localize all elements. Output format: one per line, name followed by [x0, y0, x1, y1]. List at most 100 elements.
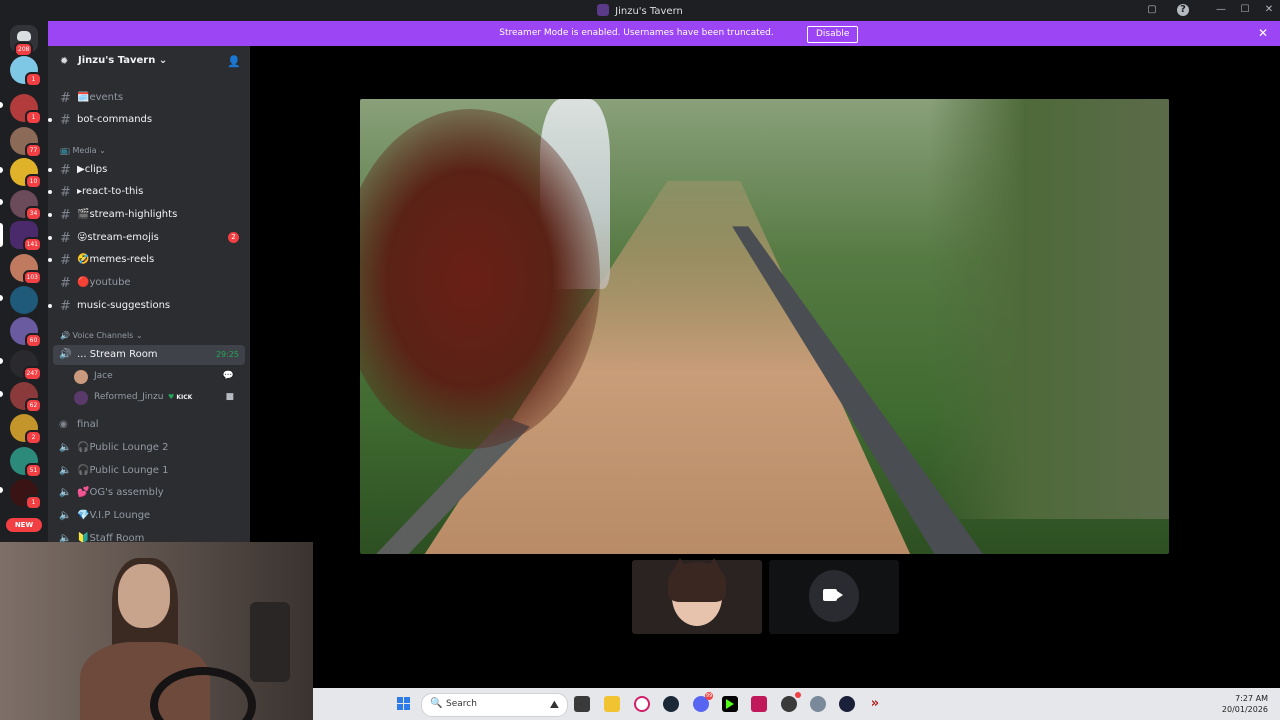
- disable-streamer-mode-button[interactable]: Disable: [807, 26, 859, 43]
- voice-channel-staff-room[interactable]: 🔈 🔰Staff Room: [53, 529, 245, 542]
- voice-member[interactable]: Jace 💬: [72, 368, 242, 386]
- selected-server-pill: [0, 223, 3, 247]
- channel-bot-commands[interactable]: # bot-commands: [48, 110, 245, 130]
- participant-tile[interactable]: [632, 558, 762, 634]
- avatar: [74, 370, 88, 384]
- webcam-person: [118, 564, 170, 628]
- channel-label: music-suggestions: [77, 300, 171, 311]
- discord-app-icon[interactable]: 99: [693, 692, 713, 712]
- channel-memes-reels[interactable]: # 🤣memes-reels: [48, 250, 245, 270]
- channel-events[interactable]: # 🗓️events: [53, 88, 245, 108]
- server-icon[interactable]: 62: [10, 382, 42, 413]
- participant-tile-streaming[interactable]: [769, 560, 899, 634]
- server-icon-jinzus-tavern[interactable]: 141: [10, 221, 42, 252]
- category-media[interactable]: 📺 Media ⌄: [60, 146, 106, 155]
- app-icon-dark[interactable]: [839, 696, 855, 712]
- app-icon-green[interactable]: [722, 696, 738, 712]
- channel-react-to-this[interactable]: # ▸react-to-this: [48, 182, 245, 202]
- avatar: [74, 391, 88, 405]
- stage-icon: ◉: [59, 419, 68, 430]
- unread-dot: [48, 168, 52, 172]
- inbox-icon[interactable]: ▢: [1146, 4, 1158, 16]
- channel-music-suggestions[interactable]: # music-suggestions: [48, 296, 245, 316]
- server-badge: 2: [25, 430, 42, 445]
- stream-video[interactable]: [360, 99, 1169, 554]
- server-icon[interactable]: 34: [10, 190, 42, 221]
- server-unread-pill: [0, 391, 3, 397]
- banner-close-icon[interactable]: ✕: [1258, 26, 1268, 40]
- server-icon[interactable]: 77: [10, 127, 42, 158]
- app-icon-red[interactable]: »: [867, 696, 883, 712]
- unread-dot: [48, 213, 52, 217]
- unread-dot: [48, 304, 52, 308]
- task-view-icon[interactable]: [574, 696, 590, 712]
- hash-icon: #: [60, 231, 71, 246]
- hash-icon: #: [60, 185, 71, 200]
- channel-stream-emojis[interactable]: # 😜stream-emojis 2: [48, 228, 245, 248]
- voice-member[interactable]: Reformed_Jinzu ♥ KICK ■: [72, 389, 242, 407]
- server-icon[interactable]: 2: [10, 414, 42, 445]
- server-icon[interactable]: 51: [10, 447, 42, 478]
- server-badge: 247: [22, 366, 42, 381]
- close-window-icon[interactable]: ✕: [1263, 4, 1275, 16]
- opera-icon[interactable]: [634, 696, 650, 712]
- channel-label: bot-commands: [77, 114, 153, 125]
- channel-clips[interactable]: # ▶clips: [48, 160, 245, 180]
- server-list: 208 1 1 77 10 34 141 103 60 247 62 2 51 …: [0, 21, 48, 542]
- channel-sidebar: ✹ Jinzu's Tavern ⌄ 👤 # 🗓️events # bot-co…: [48, 46, 250, 542]
- taskbar-search[interactable]: 🔍 Search ⛰: [421, 693, 568, 717]
- voice-channel-public-lounge-2[interactable]: 🔈 🎧Public Lounge 2: [53, 438, 245, 458]
- channel-stream-highlights[interactable]: # 🎬stream-highlights: [48, 205, 245, 225]
- steam-icon[interactable]: [663, 696, 679, 712]
- microphone: [250, 602, 290, 682]
- settings-gear-icon[interactable]: [810, 696, 826, 712]
- server-icon[interactable]: 1: [10, 479, 42, 510]
- voice-channel-label: 💕OG's assembly: [77, 487, 164, 498]
- category-voice-channels[interactable]: 🔊 Voice Channels ⌄: [60, 331, 143, 340]
- server-icon[interactable]: 60: [10, 317, 42, 348]
- speaker-icon: 🔈: [59, 465, 72, 476]
- clock-date: 20/01/2026: [1221, 705, 1268, 714]
- voice-channel-final[interactable]: ◉ final: [53, 415, 245, 435]
- voice-channel-public-lounge-1[interactable]: 🔈 🎧Public Lounge 1: [53, 461, 245, 481]
- voice-channel-label: 🔰Staff Room: [77, 533, 145, 542]
- home-button[interactable]: 208: [10, 25, 38, 57]
- invite-people-icon[interactable]: 👤: [227, 55, 241, 68]
- voice-channel-vip-lounge[interactable]: 🔈 💎V.I.P Lounge: [53, 506, 245, 526]
- new-servers-badge[interactable]: NEW: [6, 518, 42, 532]
- server-unread-pill: [0, 358, 3, 364]
- search-icon: 🔍: [430, 698, 443, 709]
- file-explorer-icon[interactable]: [604, 696, 620, 712]
- server-badge: 103: [22, 270, 42, 285]
- server-icon[interactable]: 1: [10, 56, 42, 87]
- hash-icon: #: [60, 253, 71, 268]
- voice-channel-stream-room[interactable]: 🔊 ... Stream Room 29:25: [53, 345, 245, 365]
- server-icon[interactable]: 10: [10, 158, 42, 189]
- app-icon-pink[interactable]: [751, 696, 767, 712]
- member-name: Reformed_Jinzu: [94, 392, 164, 402]
- maximize-icon[interactable]: ☐: [1239, 4, 1251, 16]
- search-placeholder: Search: [446, 699, 477, 709]
- server-badge: 10: [25, 174, 42, 189]
- server-unread-pill: [0, 199, 3, 205]
- system-clock[interactable]: 7:27 AM 20/01/2026: [1222, 693, 1268, 715]
- help-icon[interactable]: ?: [1177, 4, 1189, 16]
- server-unread-pill: [0, 295, 3, 301]
- minimize-icon[interactable]: —: [1215, 4, 1227, 16]
- windows-start-icon[interactable]: [397, 697, 411, 711]
- server-icon[interactable]: [10, 286, 38, 314]
- voice-channel-og-assembly[interactable]: 🔈 💕OG's assembly: [53, 483, 245, 503]
- unread-dot: [48, 118, 52, 122]
- channel-youtube[interactable]: # 🔴youtube: [53, 273, 245, 293]
- server-header[interactable]: ✹ Jinzu's Tavern ⌄ 👤: [48, 46, 250, 76]
- server-badge: 1: [25, 495, 42, 510]
- streamer-mode-banner: Streamer Mode is enabled. Usernames have…: [48, 21, 1280, 46]
- server-badge: 1: [25, 72, 42, 87]
- server-icon[interactable]: 1: [10, 94, 42, 125]
- server-icon[interactable]: 103: [10, 254, 42, 285]
- voice-channel-label: 💎V.I.P Lounge: [77, 510, 151, 521]
- server-icon[interactable]: 247: [10, 350, 42, 381]
- clock-time: 7:27 AM: [1235, 694, 1268, 703]
- obs-icon[interactable]: [781, 692, 801, 712]
- channel-label: 🤣memes-reels: [77, 254, 155, 265]
